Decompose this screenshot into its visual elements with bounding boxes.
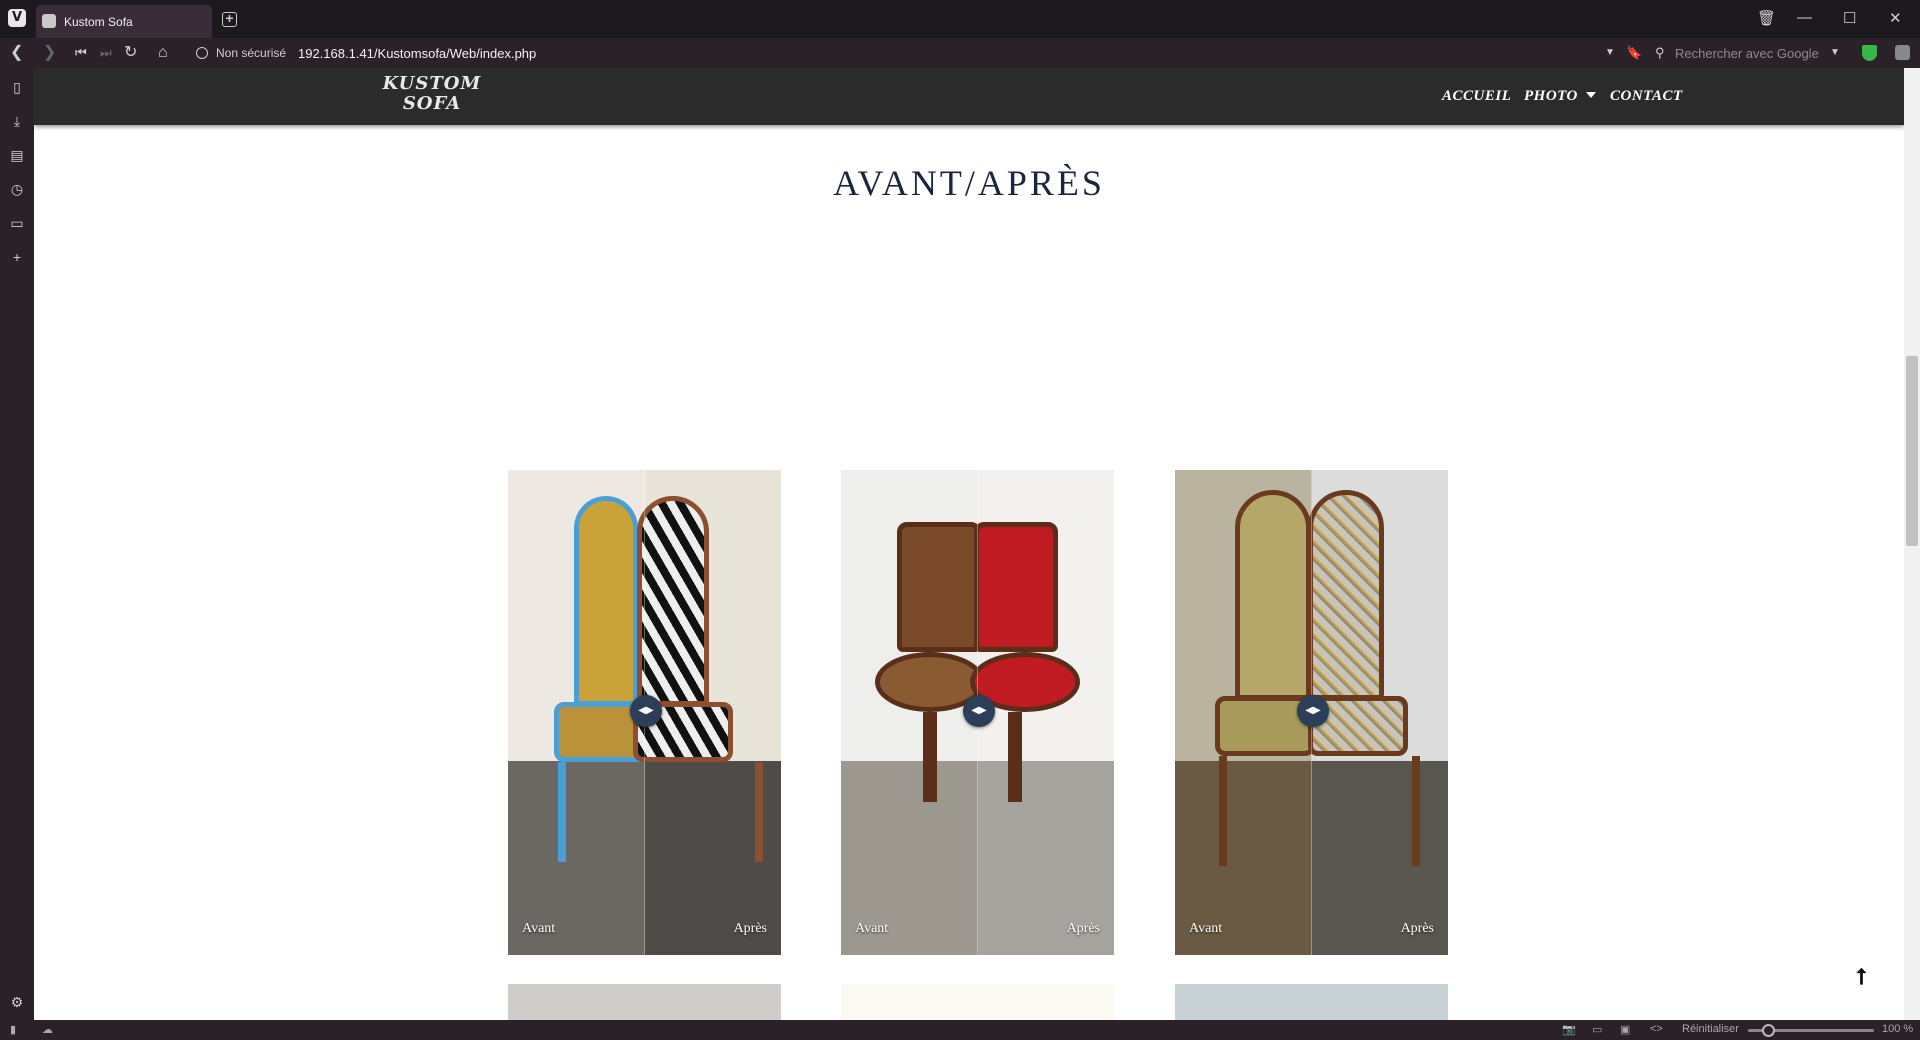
nav-accueil[interactable]: ACCUEIL: [1442, 88, 1511, 105]
browser-status-bar: ▮ ☁ 📷 ▭ ▣ <> Réinitialiser 100 %: [0, 1020, 1920, 1040]
back-button[interactable]: ❮: [10, 44, 23, 62]
security-label: Non sécurisé: [216, 46, 287, 60]
forward-button[interactable]: ❯: [43, 44, 56, 62]
notes-panel-icon[interactable]: ▤: [10, 148, 24, 162]
url-field[interactable]: 192.168.1.41/Kustomsofa/Web/index.php: [298, 46, 536, 61]
bookmarks-panel-icon[interactable]: ▯: [10, 80, 24, 94]
images-icon[interactable]: ▣: [1620, 1023, 1630, 1036]
browser-side-panel: ▯ ⤓ ▤ ◷ ▭ + ⚙: [0, 68, 34, 1023]
logo-line2: SOFA: [402, 93, 462, 114]
nav-contact[interactable]: CONTACT: [1610, 88, 1683, 105]
panel-toggle-icon[interactable]: ▮: [10, 1023, 16, 1036]
add-panel-icon[interactable]: +: [10, 250, 24, 264]
trash-icon[interactable]: 🗑: [1757, 9, 1776, 27]
nav-photo-label: PHOTO: [1524, 88, 1578, 104]
sync-cloud-icon[interactable]: ☁: [42, 1023, 53, 1036]
scrollbar-thumb[interactable]: [1906, 356, 1918, 546]
after-label: Après: [1066, 921, 1100, 936]
page-title: AVANT/APRÈS: [833, 163, 1105, 203]
tiling-icon[interactable]: ▭: [1592, 1023, 1602, 1036]
reload-button[interactable]: ↻: [124, 44, 137, 62]
security-indicator[interactable]: Non sécurisé: [196, 46, 286, 60]
before-label: Avant: [855, 921, 889, 936]
before-after-slider-1[interactable]: ◀▶ Avant Après: [508, 470, 781, 955]
fast-forward-button[interactable]: ⏭: [100, 44, 112, 62]
site-header: KUSTOM SOFA ACCUEIL PHOTO CONTACT: [34, 68, 1904, 125]
globe-icon: [196, 47, 208, 59]
after-image-1: [632, 470, 781, 955]
window-panel-icon[interactable]: ▭: [10, 216, 24, 230]
before-label: Avant: [522, 921, 556, 936]
after-label: Après: [733, 921, 767, 936]
close-window-button[interactable]: ✕: [1889, 9, 1902, 27]
search-input[interactable]: Rechercher avec Google: [1675, 46, 1819, 61]
after-label: Après: [1400, 921, 1434, 936]
downloads-panel-icon[interactable]: ⤓: [10, 114, 24, 128]
bookmark-icon[interactable]: 🔖: [1626, 45, 1642, 61]
browser-address-bar: ❮ ❯ ⏮ ⏭ ↻ ⌂ Non sécurisé 192.168.1.41/Ku…: [0, 38, 1920, 68]
back-to-top-icon[interactable]: ⭡: [1856, 964, 1866, 990]
tab-title: Kustom Sofa: [64, 15, 133, 29]
page-actions-icon[interactable]: <>: [1650, 1023, 1663, 1035]
before-after-slider-2[interactable]: ◀▶ Avant Après: [841, 470, 1114, 955]
before-after-slider-4[interactable]: [508, 984, 781, 1020]
zoom-level: 100 %: [1882, 1023, 1914, 1035]
vivaldi-menu-icon[interactable]: V: [8, 9, 26, 27]
maximize-button[interactable]: ☐: [1843, 9, 1856, 27]
slider-handle-icon[interactable]: ◀▶: [630, 695, 662, 727]
before-after-slider-3[interactable]: ◀▶ Avant Après: [1175, 470, 1448, 955]
browser-tab-active[interactable]: Kustom Sofa: [36, 5, 212, 38]
extension-icon[interactable]: [1895, 45, 1910, 60]
zoom-slider-handle[interactable]: [1762, 1024, 1775, 1037]
nav-photo[interactable]: PHOTO: [1524, 88, 1596, 105]
chevron-down-icon: [1585, 92, 1596, 98]
search-dropdown-icon[interactable]: ▼: [1830, 47, 1840, 58]
new-tab-button[interactable]: +: [222, 11, 237, 27]
search-engine-icon[interactable]: ⚲: [1655, 45, 1665, 61]
history-panel-icon[interactable]: ◷: [10, 182, 24, 196]
logo-line1: KUSTOM: [382, 73, 482, 94]
history-dropdown-icon[interactable]: ▼: [1605, 47, 1615, 58]
before-after-slider-6[interactable]: [1175, 984, 1448, 1020]
site-logo[interactable]: KUSTOM SOFA: [382, 74, 482, 120]
before-image-3: [1175, 470, 1315, 955]
before-label: Avant: [1189, 921, 1223, 936]
settings-gear-icon[interactable]: ⚙: [10, 995, 24, 1009]
rewind-button[interactable]: ⏮: [75, 44, 87, 62]
adblock-shield-icon[interactable]: [1862, 45, 1877, 61]
after-image-3: [1307, 470, 1448, 955]
tab-favicon-icon: [42, 14, 56, 28]
zoom-reset-button[interactable]: Réinitialiser: [1682, 1023, 1739, 1035]
before-image-2: [841, 470, 985, 955]
slider-handle-icon[interactable]: ◀▶: [1297, 695, 1329, 727]
before-after-slider-5[interactable]: [841, 984, 1114, 1020]
home-button[interactable]: ⌂: [158, 44, 168, 62]
capture-icon[interactable]: 📷: [1562, 1023, 1576, 1036]
minimize-button[interactable]: —: [1797, 9, 1812, 26]
slider-handle-icon[interactable]: ◀▶: [963, 695, 995, 727]
after-image-2: [969, 470, 1114, 955]
page-viewport: KUSTOM SOFA ACCUEIL PHOTO CONTACT AVANT/…: [34, 68, 1904, 1020]
browser-tabbar: V Kustom Sofa + 🗑 — ☐ ✕: [0, 0, 1920, 38]
before-image-1: [508, 470, 654, 955]
